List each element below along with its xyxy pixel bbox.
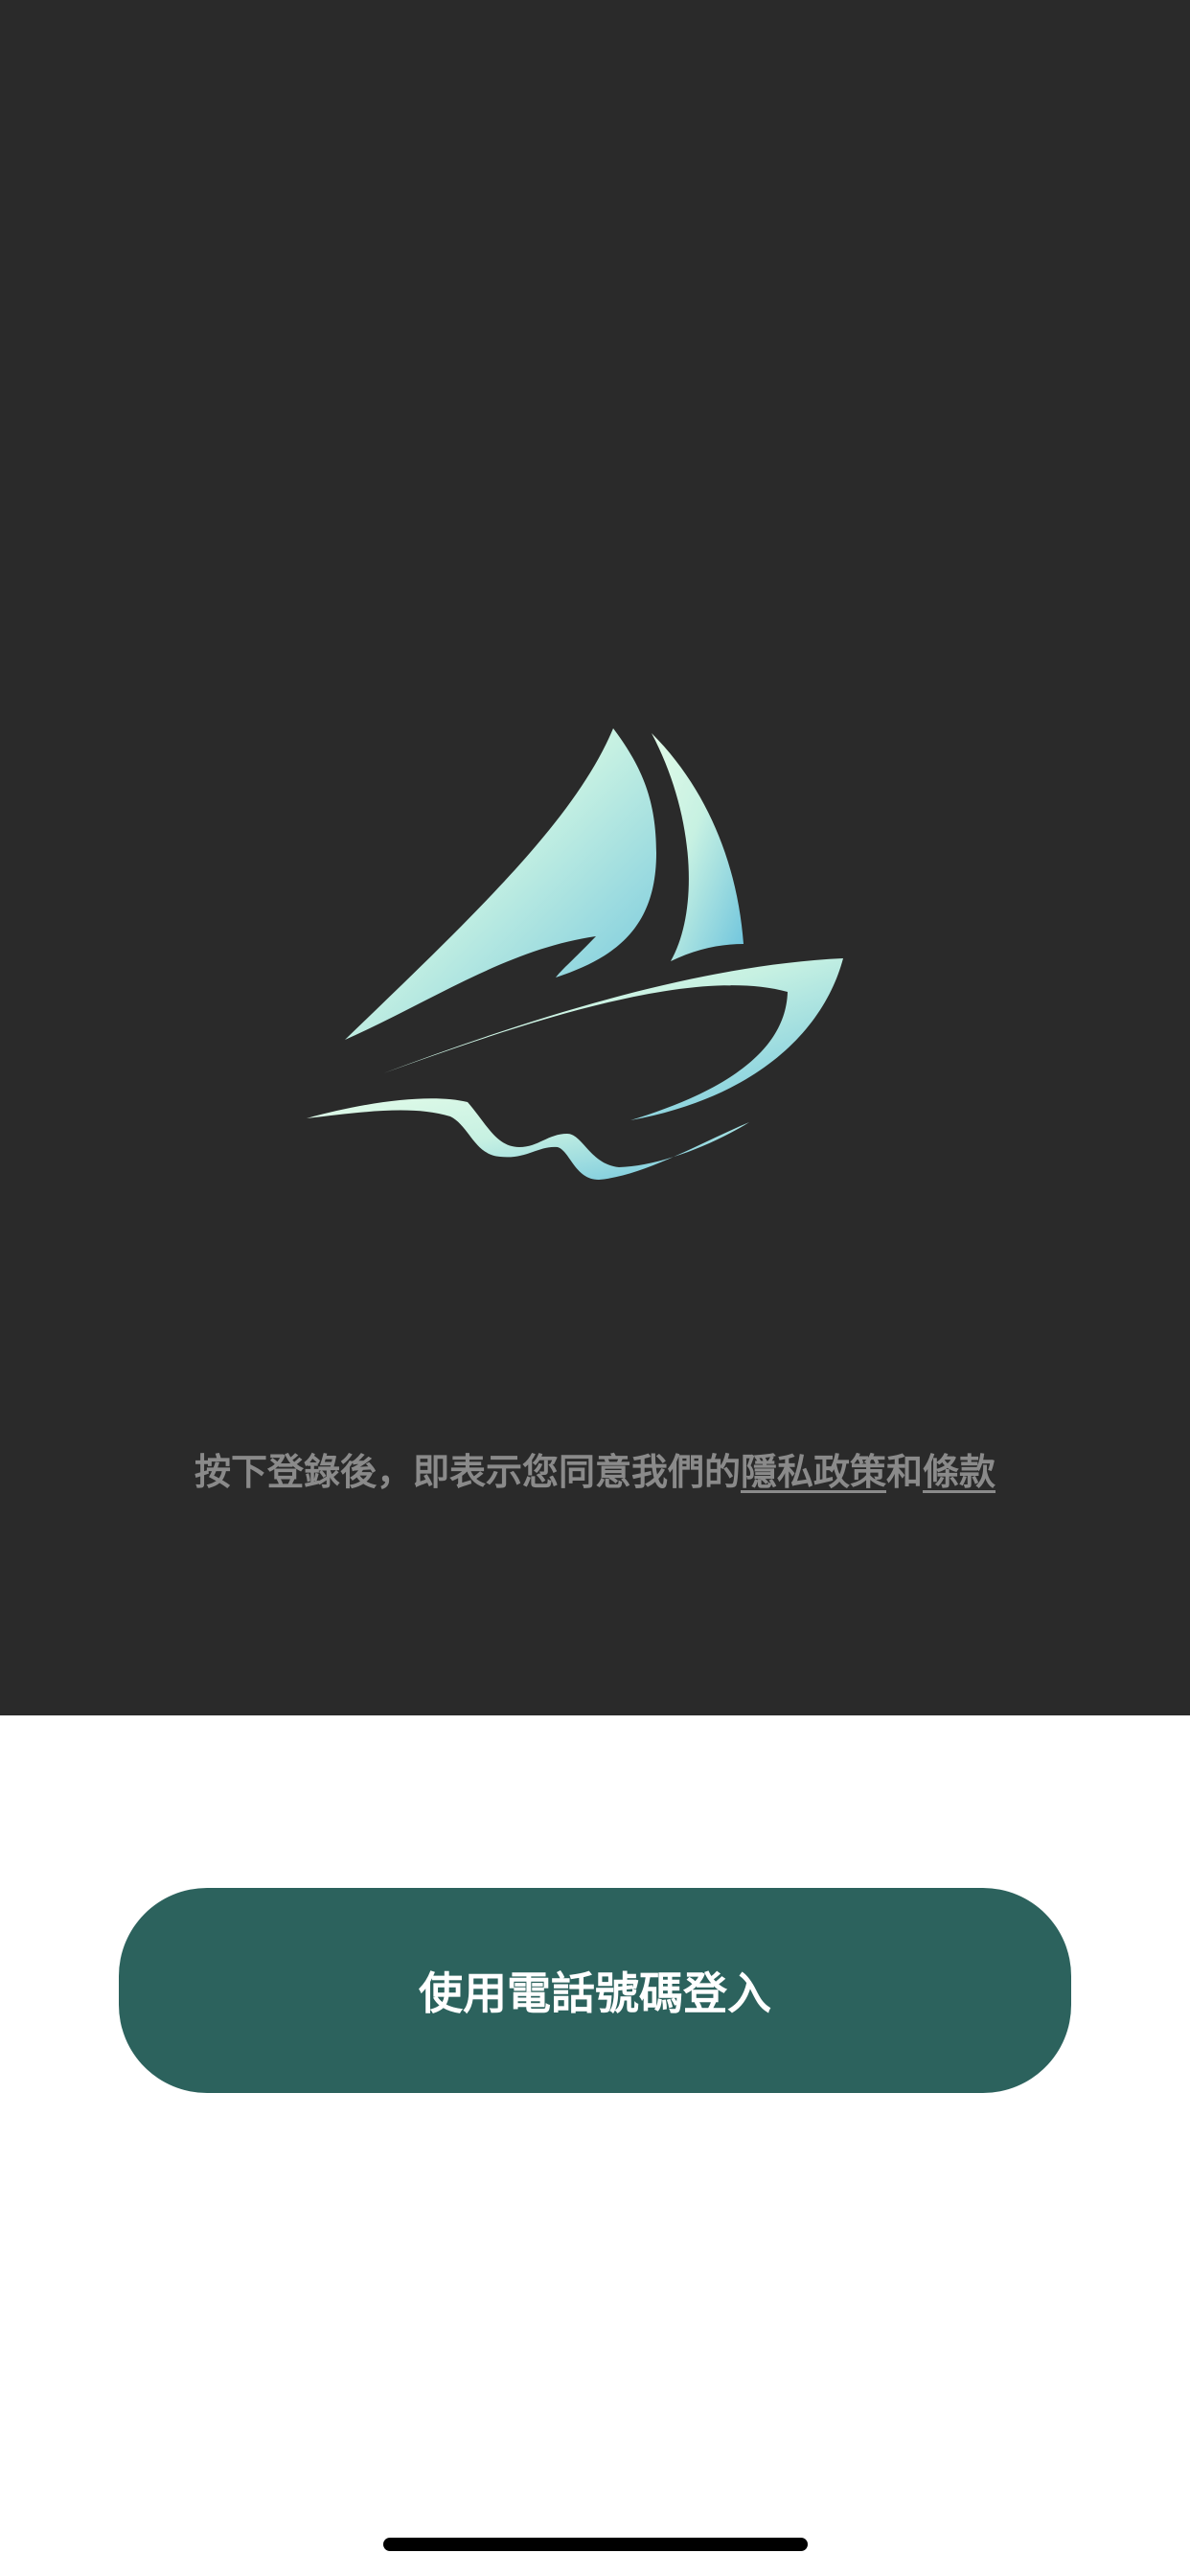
login-screen: 按下登錄後，即表示您同意我們的隱私政策和條款 使用電話號碼登入 — [0, 0, 1190, 2576]
terms-conjunction-text: 和 — [886, 1451, 924, 1493]
terms-link[interactable]: 條款 — [923, 1451, 995, 1493]
sailboat-logo-icon — [307, 728, 843, 1180]
home-indicator[interactable] — [383, 2538, 808, 2551]
phone-login-button[interactable]: 使用電話號碼登入 — [119, 1888, 1071, 2093]
terms-prefix-text: 按下登錄後，即表示您同意我們的 — [194, 1451, 741, 1493]
privacy-policy-link[interactable]: 隱私政策 — [741, 1451, 886, 1493]
hero-panel: 按下登錄後，即表示您同意我們的隱私政策和條款 — [0, 0, 1190, 1715]
terms-notice: 按下登錄後，即表示您同意我們的隱私政策和條款 — [0, 1442, 1190, 1495]
